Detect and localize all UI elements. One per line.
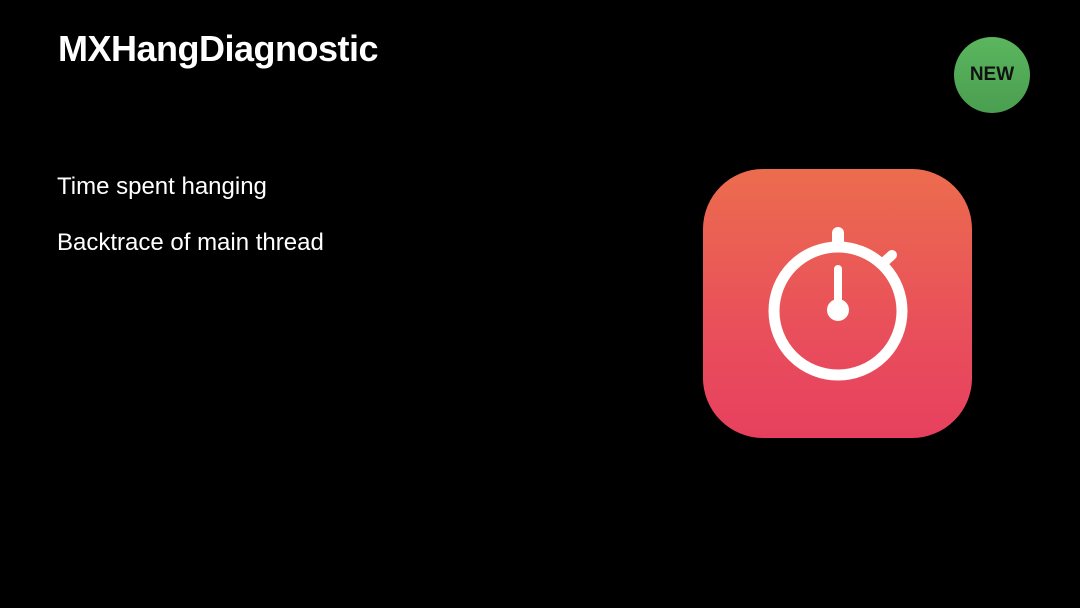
stopwatch-icon: [768, 227, 908, 381]
app-icon: [703, 169, 972, 438]
bullet-backtrace: Backtrace of main thread: [57, 229, 324, 256]
bullet-time-spent-hanging: Time spent hanging: [57, 173, 267, 200]
new-badge: NEW: [954, 37, 1030, 113]
slide-title: MXHangDiagnostic: [58, 28, 379, 69]
